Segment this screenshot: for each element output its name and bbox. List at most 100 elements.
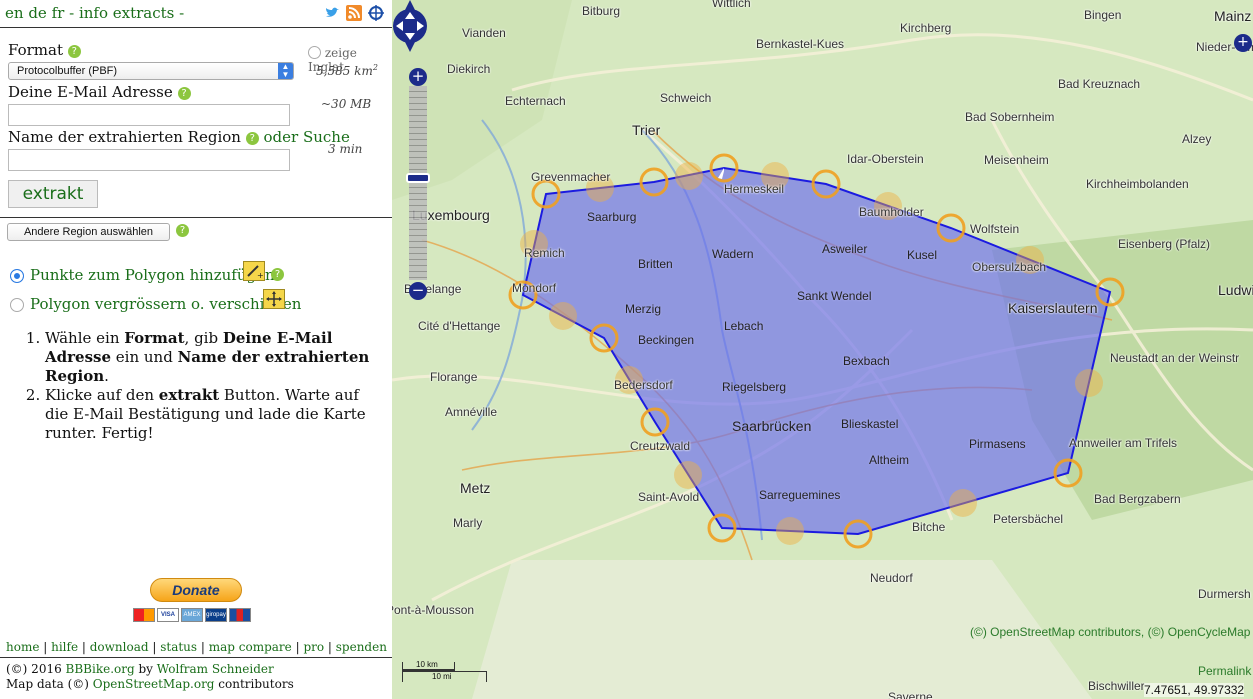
- map-place-label: Merzig: [625, 302, 662, 316]
- map-view[interactable]: Wittlich Bitburg Bingen Mainz Vianden Bernkas…: [392, 0, 1253, 699]
- map-attribution[interactable]: (©) OpenStreetMap contributors, (©) Open…: [970, 625, 1250, 639]
- extrakt-button[interactable]: extrakt: [8, 180, 98, 208]
- format-select[interactable]: Protocolbuffer (PBF) ▲ ▼: [8, 62, 294, 80]
- footer-link-download[interactable]: download: [90, 640, 149, 654]
- add-points-radio[interactable]: [10, 269, 24, 283]
- zoom-slider[interactable]: [409, 86, 427, 280]
- footer-link-hilfe[interactable]: hilfe: [51, 640, 78, 654]
- divider: [0, 217, 392, 218]
- radio-button[interactable]: [308, 46, 321, 59]
- map-place-label: Annweiler am Trifels: [1069, 436, 1178, 450]
- polygon-midpoint-handle[interactable]: [675, 162, 703, 190]
- help-icon[interactable]: ?: [271, 268, 284, 281]
- crosshair-icon[interactable]: [368, 5, 384, 21]
- map-place-label: Idar-Oberstein: [847, 152, 924, 166]
- email-field[interactable]: [8, 104, 290, 126]
- map-place-label: Wittlich: [712, 0, 751, 10]
- giropay-icon: giropay: [205, 608, 227, 622]
- zoom-slider-handle[interactable]: [406, 173, 430, 183]
- map-place-label: Florange: [430, 370, 478, 384]
- footer-link-pro[interactable]: pro: [303, 640, 324, 654]
- footer-link-map-compare[interactable]: map compare: [209, 640, 292, 654]
- map-place-label: Kirchberg: [900, 21, 952, 35]
- map-place-label: Remich: [524, 246, 565, 260]
- donate-button[interactable]: Donate: [150, 578, 242, 602]
- lang-de-link[interactable]: de: [28, 4, 46, 22]
- pan-control[interactable]: [392, 0, 428, 52]
- map-place-label: Bischwiller: [1088, 679, 1145, 693]
- map-place-label: Kusel: [907, 248, 938, 262]
- map-place-label: Altheim: [869, 453, 910, 467]
- help-icon[interactable]: ?: [245, 132, 259, 145]
- move-polygon-label[interactable]: Polygon vergrössern o. verschieben: [30, 295, 301, 313]
- map-place-label: Bad Sobernheim: [965, 110, 1055, 124]
- footer-link-status[interactable]: status: [160, 640, 197, 654]
- move-polygon-radio[interactable]: [10, 298, 24, 312]
- author-link[interactable]: Wolfram Schneider: [157, 662, 274, 676]
- polygon-midpoint-handle[interactable]: [776, 517, 804, 545]
- region-name-label: Name der extrahierten Region ? oder Such…: [8, 128, 350, 146]
- footer-link-home[interactable]: home: [6, 640, 39, 654]
- polygon-midpoint-handle[interactable]: [549, 302, 577, 330]
- help-icon[interactable]: ?: [177, 87, 191, 100]
- map-place-label: Saverne: [888, 690, 933, 699]
- map-place-label: Riegelsberg: [722, 380, 787, 394]
- language-links: en de fr - info extracts -: [5, 4, 184, 22]
- map-place-label: Eisenberg (Pfalz): [1118, 237, 1211, 251]
- osm-link[interactable]: OpenStreetMap.org: [93, 677, 215, 691]
- map-place-label: Wadern: [712, 247, 754, 261]
- map-place-label: Diekirch: [447, 62, 491, 76]
- footer-credits: (©) 2016 BBBike.org by Wolfram Schneider…: [6, 662, 294, 691]
- zoom-out-button[interactable]: −: [409, 282, 427, 300]
- map-place-label: Asweiler: [822, 242, 868, 256]
- map-place-label: Baumholder: [859, 205, 924, 219]
- lang-fr-link[interactable]: fr: [52, 4, 65, 22]
- map-place-label: Beckingen: [638, 333, 695, 347]
- map-place-label: Creutzwald: [630, 439, 691, 453]
- pencil-add-icon[interactable]: +: [243, 261, 265, 281]
- scale-bar: 10 km 10 mi: [402, 660, 488, 682]
- map-place-label: Echternach: [505, 94, 566, 108]
- separator: -: [69, 4, 75, 22]
- map-place-label: Blieskastel: [841, 417, 899, 431]
- map-place-label: Bad Kreuznach: [1058, 77, 1141, 91]
- region-name-field[interactable]: [8, 149, 290, 171]
- map-place-label: Cité d'Hettange: [418, 319, 501, 333]
- zoom-in-button[interactable]: +: [409, 68, 427, 86]
- map-place-label: Neustadt an der Weinstr: [1110, 351, 1240, 365]
- map-place-label: Marly: [453, 516, 483, 530]
- email-label: Deine E-Mail Adresse ?: [8, 83, 191, 101]
- help-icon[interactable]: ?: [67, 45, 81, 58]
- map-place-label: Pont-à-Mousson: [392, 603, 475, 617]
- permalink-link[interactable]: Permalink: [1198, 664, 1251, 678]
- control-panel: en de fr - info extracts - Format ? Prot…: [0, 0, 392, 699]
- layer-switcher-button[interactable]: +: [1234, 34, 1252, 52]
- polygon-midpoint-handle[interactable]: [949, 489, 977, 517]
- scale-mi-label: 10 mi: [432, 672, 452, 681]
- lang-en-link[interactable]: en: [5, 4, 24, 22]
- bbbike-link[interactable]: BBBike.org: [66, 662, 135, 676]
- divider: [0, 657, 392, 658]
- map-place-label: Saarbrücken: [732, 418, 812, 434]
- map-place-label: Saint-Avold: [638, 490, 700, 504]
- instruction-step: Klicke auf den extrakt Button. Warte auf…: [45, 386, 380, 443]
- footer-link-spenden[interactable]: spenden: [336, 640, 387, 654]
- info-extracts-link[interactable]: info extracts: [79, 4, 174, 22]
- map-place-label: Bexbach: [843, 354, 890, 368]
- map-place-label: Bedersdorf: [614, 378, 673, 392]
- svg-text:+: +: [257, 271, 264, 280]
- add-points-label[interactable]: Punkte zum Polygon hinzufügen: [30, 266, 275, 284]
- map-place-label: Meisenheim: [984, 153, 1049, 167]
- rss-feed-icon[interactable]: [346, 5, 362, 21]
- size-readout: ~30 MB: [321, 97, 372, 111]
- social-icons: [324, 5, 384, 21]
- move-arrows-icon[interactable]: [263, 289, 285, 309]
- polygon-midpoint-handle[interactable]: [1075, 369, 1103, 397]
- map-place-label: Petersbächel: [993, 512, 1064, 526]
- map-place-label: Alzey: [1182, 132, 1212, 146]
- help-icon[interactable]: ?: [176, 224, 189, 237]
- other-region-button[interactable]: Andere Region auswählen: [7, 223, 170, 241]
- polygon-midpoint-handle[interactable]: [674, 461, 702, 489]
- map-place-label: Metz: [460, 480, 491, 496]
- twitter-icon[interactable]: [324, 5, 340, 21]
